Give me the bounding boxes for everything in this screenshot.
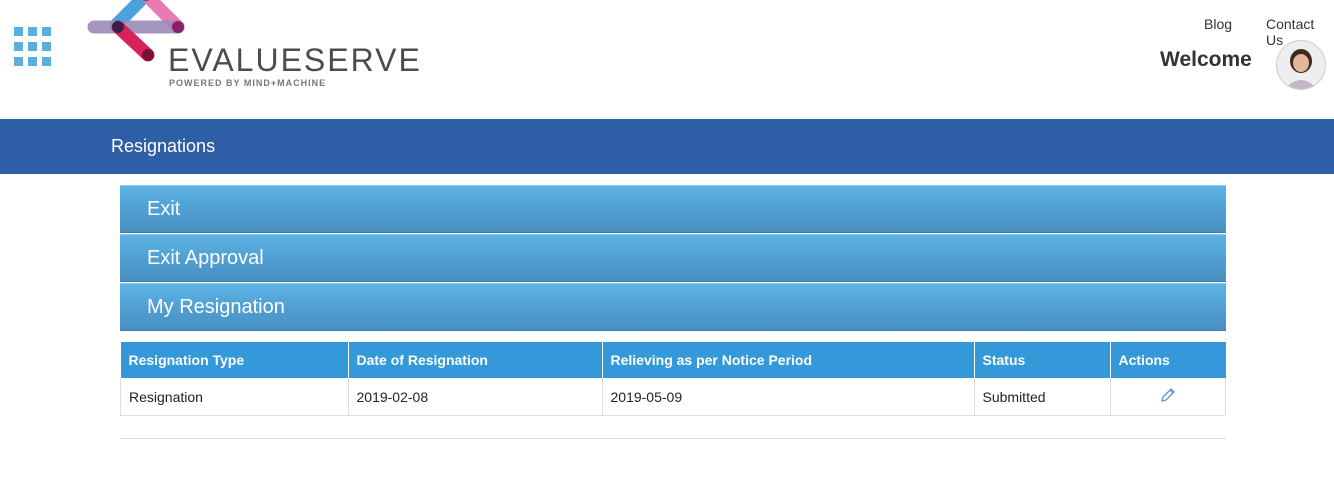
table-header-row: Resignation Type Date of Resignation Rel… [120, 342, 1226, 378]
app-launcher-icon[interactable] [14, 27, 52, 69]
accordion-label: My Resignation [147, 296, 285, 318]
accordion-label: Exit [147, 198, 181, 220]
accordion-label: Exit Approval [147, 247, 264, 269]
resignation-table-container: Resignation Type Date of Resignation Rel… [120, 342, 1226, 439]
user-avatar-icon [1277, 41, 1325, 89]
logo-tagline: POWERED BY MIND+MACHINE [169, 78, 327, 88]
cell-date-of-resignation: 2019-02-08 [347, 378, 603, 416]
cell-resignation-type: Resignation [120, 378, 349, 416]
cell-actions [1109, 378, 1226, 416]
page-title: Resignations [111, 136, 216, 156]
cell-status: Submitted [973, 378, 1111, 416]
column-header-actions: Actions [1110, 342, 1226, 378]
resignation-table: Resignation Type Date of Resignation Rel… [120, 342, 1226, 416]
page-header-bar: Resignations [0, 119, 1334, 174]
welcome-text: Welcome [1160, 48, 1252, 71]
blog-link[interactable]: Blog [1204, 16, 1232, 32]
column-header-resignation-type[interactable]: Resignation Type [120, 342, 349, 378]
avatar[interactable] [1276, 40, 1326, 90]
accordion-my-resignation[interactable]: My Resignation [120, 283, 1226, 331]
column-header-status[interactable]: Status [974, 342, 1111, 378]
column-header-date-of-resignation[interactable]: Date of Resignation [348, 342, 603, 378]
cell-relieving-date: 2019-05-09 [601, 378, 975, 416]
column-header-relieving-date[interactable]: Relieving as per Notice Period [602, 342, 975, 378]
company-logo[interactable]: EVALUESERVE POWERED BY MIND+MACHINE [86, 0, 420, 95]
table-row: Resignation 2019-02-08 2019-05-09 Submit… [120, 378, 1226, 416]
accordion-exit[interactable]: Exit [120, 185, 1226, 233]
accordion-exit-approval[interactable]: Exit Approval [120, 234, 1226, 282]
edit-pencil-icon[interactable] [1159, 386, 1177, 407]
logo-wordmark: EVALUESERVE [168, 42, 422, 78]
